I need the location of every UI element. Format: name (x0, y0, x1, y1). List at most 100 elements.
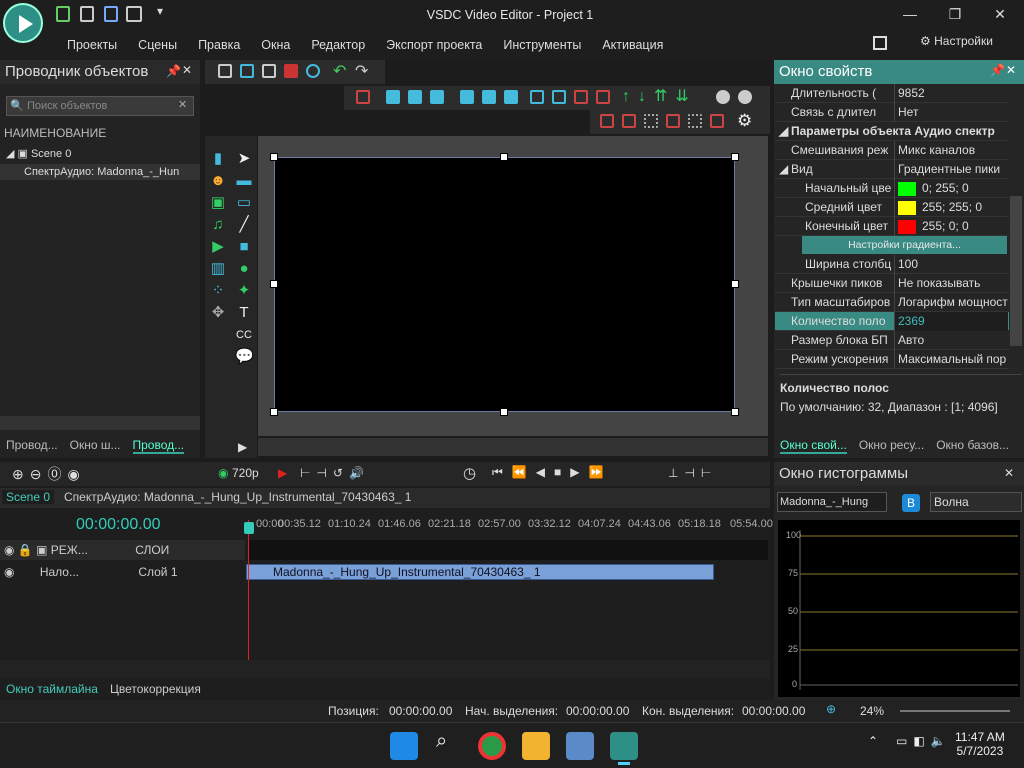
prop-row[interactable]: Тип масштабиров Логарифм мощност (775, 293, 1009, 312)
size-icon[interactable] (574, 90, 588, 104)
vsdc-logo-icon[interactable] (3, 3, 43, 43)
distribute-v-icon[interactable] (552, 90, 566, 104)
copy-icon[interactable] (240, 64, 254, 78)
tab-resources[interactable]: Окно ресу... (859, 438, 924, 454)
color-swatch[interactable] (898, 181, 916, 196)
tab-window[interactable]: Окно ш... (70, 438, 121, 454)
menu-edit[interactable]: Правка (191, 36, 254, 56)
person-icon[interactable]: ☻ (209, 170, 227, 192)
resize-handle[interactable] (500, 408, 508, 416)
tray-clock[interactable]: 11:47 AM 5/7/2023 (955, 730, 1005, 758)
order-arrows-icon[interactable]: ↑↓⇈⇊ (622, 86, 697, 106)
gear-icon[interactable]: ⚙ (737, 111, 752, 131)
align-center-icon[interactable] (408, 90, 422, 104)
shape-icon[interactable]: ✦ (235, 280, 253, 302)
prop-value[interactable]: Максимальный пор (894, 350, 1008, 369)
pin-icon[interactable]: 📌 (166, 64, 181, 78)
color-swatch[interactable] (898, 219, 916, 234)
guides-icon[interactable] (666, 114, 680, 128)
resize-handle[interactable] (500, 153, 508, 161)
clear-search-icon[interactable]: ✕ (178, 98, 187, 111)
tab-explorer[interactable]: Провод... (6, 438, 58, 454)
track-row[interactable]: ◉ Нало... Слой 1 (0, 563, 245, 581)
ungroup-icon[interactable] (738, 90, 752, 104)
preview-eye-icon[interactable]: ◉ (218, 466, 228, 480)
line-icon[interactable]: ╱ (235, 214, 253, 236)
histogram-source-select[interactable]: Madonna_-_Hung (777, 492, 887, 512)
menu-editor[interactable]: Редактор (304, 36, 379, 56)
redo-icon[interactable]: ↷ (355, 61, 368, 81)
ellipse-icon[interactable]: ● (235, 258, 253, 280)
rectangle-icon[interactable]: ■ (235, 236, 253, 258)
tab-timeline[interactable]: Окно таймлайна (6, 682, 98, 696)
prop-row[interactable]: Средний цвет 255; 255; 0 (775, 198, 1009, 217)
paste-icon[interactable] (262, 64, 276, 78)
resolution-select[interactable]: 720p (232, 466, 259, 480)
image-icon[interactable]: ▣ (209, 192, 227, 214)
time-ruler[interactable]: 00:00 00:35.12 01:10.24 01:46.06 02:21.1… (248, 518, 773, 540)
panel-close-icon[interactable]: ✕ (1004, 466, 1014, 480)
menu-projects[interactable]: Проекты (60, 36, 131, 56)
canvas-scrollbar[interactable] (258, 438, 768, 456)
tray-icons[interactable]: ▭◧🔈 (896, 734, 952, 748)
align-top-icon[interactable] (460, 90, 474, 104)
playhead-handle[interactable] (244, 522, 254, 534)
prop-value[interactable]: Нет (894, 103, 1008, 122)
move-icon[interactable]: ✥ (209, 302, 227, 324)
rect-tool-icon[interactable]: ▬ (235, 170, 253, 192)
scene-track[interactable] (248, 540, 768, 560)
tab-basic[interactable]: Окно базов... (936, 438, 1009, 454)
record-button-icon[interactable]: ▶ (278, 466, 287, 480)
pointer-icon[interactable]: ➤ (235, 148, 253, 170)
chrome-icon[interactable] (478, 732, 506, 760)
prop-row[interactable]: Начальный цве 0; 255; 0 (775, 179, 1009, 198)
prop-section-header[interactable]: ◢ Параметры объекта Аудио спектр (775, 122, 1009, 141)
undo-icon[interactable]: ↶ (333, 61, 346, 81)
split-tools[interactable]: ⊥⊣⊢ (668, 466, 717, 480)
playback-controls[interactable]: ⏮⏪◀■▶⏩ (492, 465, 612, 480)
safe-area-icon[interactable] (710, 114, 724, 128)
fit-icon[interactable] (596, 90, 610, 104)
prop-value[interactable]: Не показывать (894, 274, 1008, 293)
grid-icon[interactable] (644, 114, 658, 128)
audio-clip[interactable]: Madonna_-_Hung_Up_Instrumental_70430463_… (246, 564, 714, 580)
tab-properties[interactable]: Окно свой... (780, 438, 847, 454)
more-tools-icon[interactable]: ▶ (238, 440, 247, 454)
ruler-icon[interactable] (688, 114, 702, 128)
panel-close-icon[interactable]: ✕ (182, 63, 192, 77)
windows-start-icon[interactable] (390, 732, 418, 760)
prop-row-selected[interactable]: Количество поло 2369 (775, 312, 1009, 331)
menu-activation[interactable]: Активация (595, 36, 677, 56)
settings-button[interactable]: ⚙ Настройки (920, 34, 993, 48)
prop-value[interactable]: 9852 (894, 84, 1008, 103)
minimize-icon[interactable]: — (900, 6, 920, 22)
menu-tools[interactable]: Инструменты (496, 36, 595, 56)
crop-icon[interactable] (306, 64, 320, 78)
prop-row[interactable]: Смешивания реж Микс каналов (775, 141, 1009, 160)
prop-row[interactable]: Режим ускорения Максимальный пор (775, 350, 1009, 369)
select-icon[interactable] (356, 90, 370, 104)
tab-explorer-active[interactable]: Провод... (132, 438, 185, 454)
collapse-icon[interactable]: ◢ (779, 160, 788, 179)
record-icon[interactable] (126, 6, 142, 22)
snap-icon[interactable] (600, 114, 614, 128)
menu-export[interactable]: Экспорт проекта (379, 36, 496, 56)
blue-channel-button[interactable]: B (902, 494, 920, 512)
quick-access-dropdown-icon[interactable]: ▾ (157, 4, 163, 18)
prop-row[interactable]: Размер блока БП Авто (775, 331, 1009, 350)
file-explorer-icon[interactable] (522, 732, 550, 760)
fit-zoom-icon[interactable]: ⊕ (826, 702, 836, 716)
scene-canvas[interactable] (274, 157, 735, 412)
prop-row[interactable]: Ширина столбц 100 (775, 255, 1009, 274)
prop-value[interactable]: Логарифм мощност (894, 293, 1008, 312)
panel-close-icon[interactable]: ✕ (1006, 63, 1016, 77)
open-icon[interactable] (80, 6, 94, 22)
align-middle-icon[interactable] (482, 90, 496, 104)
prop-value[interactable]: 100 (894, 255, 1008, 274)
prop-value[interactable]: 255; 0; 0 (894, 217, 1008, 236)
pin-icon[interactable]: 📌 (990, 63, 1005, 77)
prop-row[interactable]: ◢ Вид Градиентные пики (775, 160, 1009, 179)
prop-value[interactable]: 2369 (894, 312, 1008, 331)
timeline-zoom-buttons[interactable]: ⊕⊖⓪◉ (12, 464, 86, 484)
layers-tool-icon[interactable]: ▭ (235, 192, 253, 214)
